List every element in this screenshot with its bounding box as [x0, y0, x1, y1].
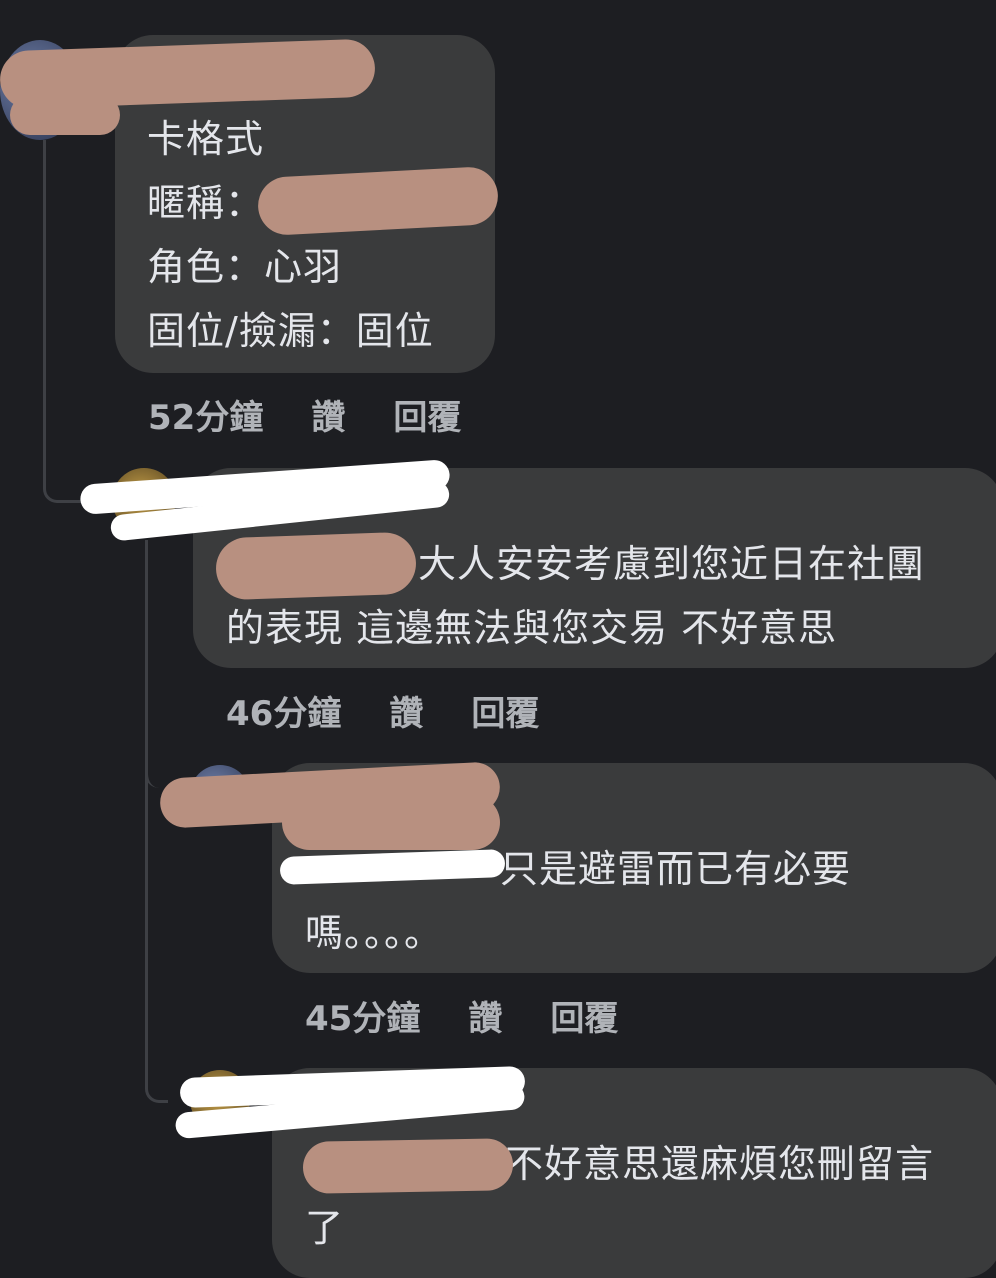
redaction-mark [302, 1138, 514, 1194]
reply-button[interactable]: 回覆 [393, 398, 461, 438]
comment-text-line: 固位/撿漏：固位 [147, 309, 434, 353]
thread-connector [43, 140, 106, 503]
timestamp[interactable]: 52分鐘 [148, 398, 263, 438]
comment-text-line: 了 [305, 1206, 345, 1250]
comment-actions: 46分鐘 讚 回覆 [226, 686, 587, 735]
timestamp[interactable]: 46分鐘 [226, 694, 341, 734]
comment-text-line: 暱稱： [147, 181, 265, 225]
comment-actions: 45分鐘 讚 回覆 [305, 991, 666, 1040]
reply-button[interactable]: 回覆 [550, 999, 618, 1039]
comment-text-line: 卡格式 [147, 117, 265, 161]
redaction-mark [10, 95, 120, 135]
comment-actions: 52分鐘 讚 回覆 [148, 390, 509, 439]
redaction-mark [282, 795, 500, 850]
thread-connector [145, 540, 168, 1103]
like-button[interactable]: 讚 [468, 999, 502, 1039]
like-button[interactable]: 讚 [311, 398, 345, 438]
reply-button[interactable]: 回覆 [471, 694, 539, 734]
comment-text-line: 的表現 這邊無法與您交易 不好意思 [226, 606, 838, 650]
like-button[interactable]: 讚 [389, 694, 423, 734]
comment-text-line: 角色：心羽 [147, 245, 343, 289]
comment-text-line: 嗎。。。。 [305, 911, 444, 955]
redaction-mark [214, 531, 418, 601]
timestamp[interactable]: 45分鐘 [305, 999, 420, 1039]
